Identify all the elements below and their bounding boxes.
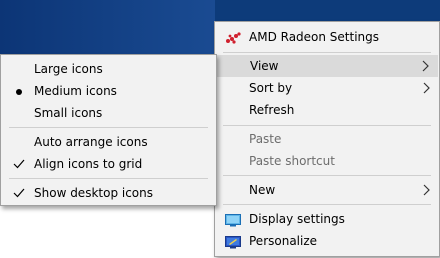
menu-separator [9, 178, 208, 179]
view-submenu: Large icons Medium icons Small icons Aut… [0, 54, 217, 206]
chevron-right-icon [422, 60, 429, 72]
menu-item-sort-by[interactable]: Sort by [215, 77, 439, 99]
amd-radeon-icon [225, 30, 241, 44]
submenu-item-show-desktop-icons[interactable]: Show desktop icons [1, 182, 216, 204]
menu-item-label: Sort by [249, 81, 293, 95]
menu-item-label: Paste [249, 132, 282, 146]
menu-item-label: Personalize [249, 234, 318, 248]
submenu-item-large-icons[interactable]: Large icons [1, 58, 216, 80]
menu-item-label: Refresh [249, 103, 295, 117]
menu-item-label: AMD Radeon Settings [249, 30, 380, 44]
menu-item-label: View [250, 59, 279, 73]
menu-item-paste[interactable]: Paste [215, 128, 439, 150]
desktop-context-menu: AMD Radeon Settings View Sort by Refresh… [214, 21, 440, 257]
submenu-item-medium-icons[interactable]: Medium icons [1, 80, 216, 102]
menu-item-paste-shortcut[interactable]: Paste shortcut [215, 150, 439, 172]
submenu-item-label: Small icons [34, 106, 103, 120]
personalize-icon [225, 234, 241, 249]
submenu-item-label: Show desktop icons [34, 186, 154, 200]
submenu-item-align-icons-to-grid[interactable]: Align icons to grid [1, 153, 216, 175]
menu-separator [223, 175, 431, 176]
menu-separator [223, 204, 431, 205]
menu-item-display-settings[interactable]: Display settings [215, 208, 439, 230]
chevron-right-icon [423, 184, 430, 196]
radio-dot-icon [12, 80, 26, 102]
display-settings-icon [225, 212, 241, 227]
menu-separator [223, 52, 431, 53]
menu-item-label: Paste shortcut [249, 154, 335, 168]
submenu-item-label: Large icons [34, 62, 103, 76]
menu-item-amd-radeon-settings[interactable]: AMD Radeon Settings [215, 26, 439, 48]
submenu-item-label: Medium icons [34, 84, 117, 98]
submenu-item-auto-arrange-icons[interactable]: Auto arrange icons [1, 131, 216, 153]
menu-item-refresh[interactable]: Refresh [215, 99, 439, 121]
menu-item-personalize[interactable]: Personalize [215, 230, 439, 252]
submenu-item-small-icons[interactable]: Small icons [1, 102, 216, 124]
checkmark-icon [12, 153, 26, 175]
menu-separator [9, 127, 208, 128]
submenu-item-label: Auto arrange icons [34, 135, 148, 149]
menu-item-label: New [249, 183, 276, 197]
menu-item-new[interactable]: New [215, 179, 439, 201]
checkmark-icon [12, 182, 26, 204]
submenu-item-label: Align icons to grid [34, 157, 143, 171]
chevron-right-icon [423, 82, 430, 94]
menu-item-view[interactable]: View [216, 55, 438, 77]
menu-item-label: Display settings [249, 212, 345, 226]
menu-separator [223, 125, 431, 126]
